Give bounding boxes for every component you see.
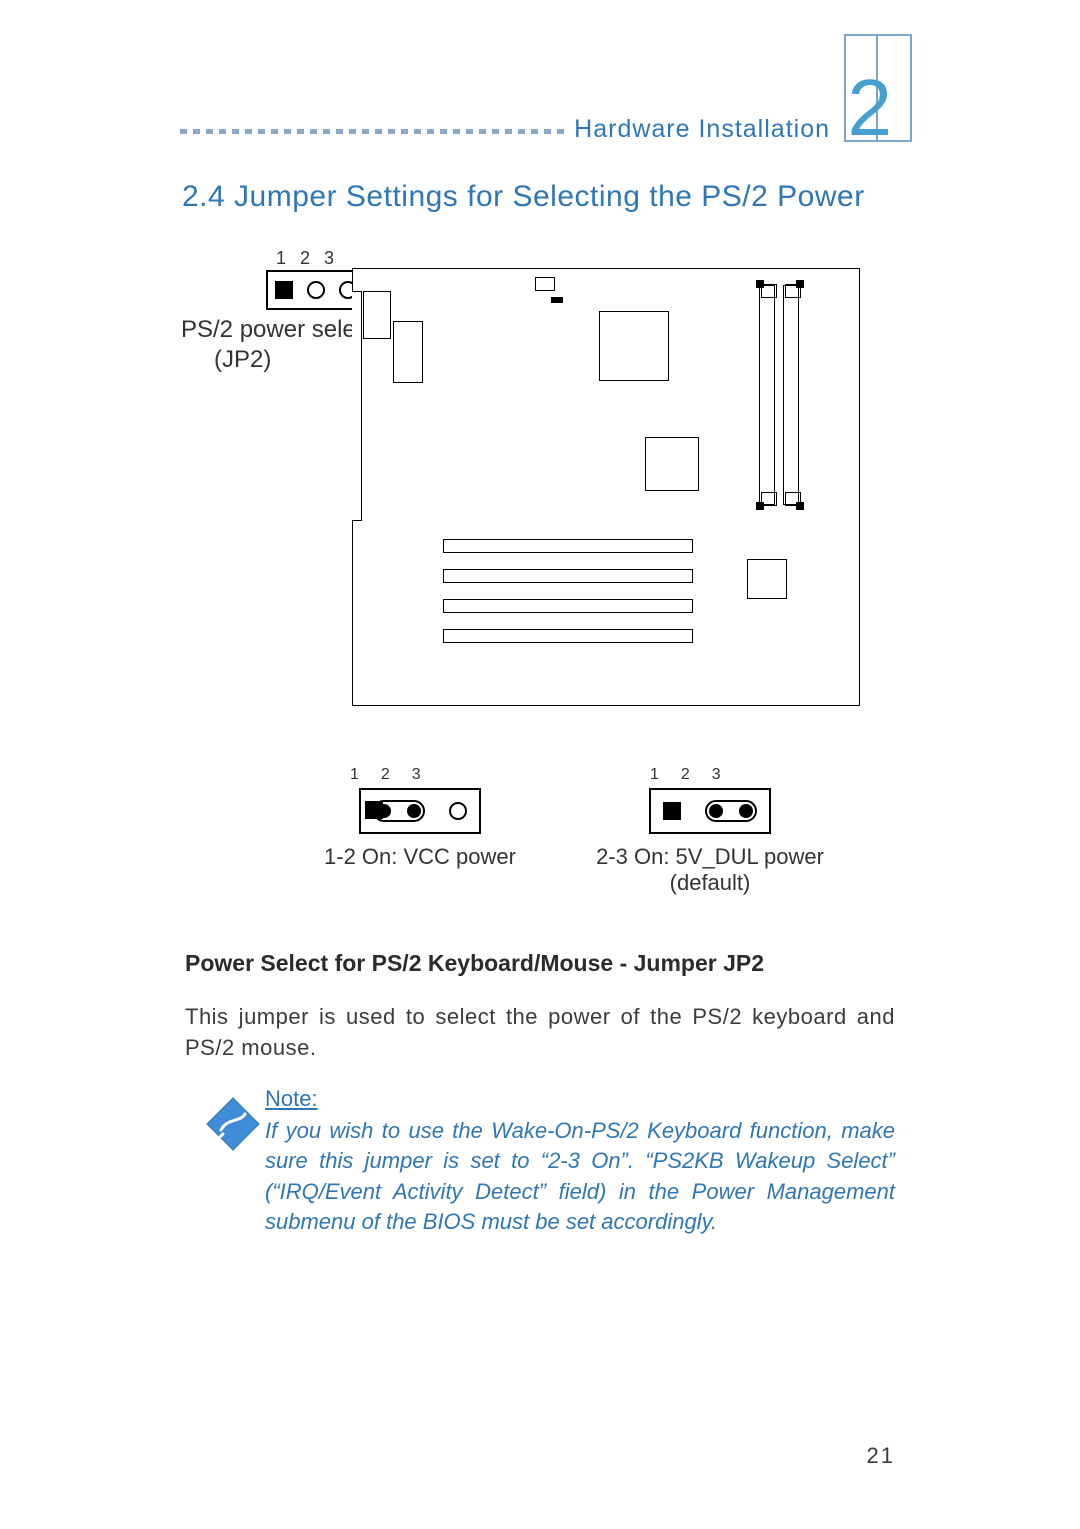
dimm-slot [783,285,799,505]
note-icon [205,1096,261,1152]
option-b-caption-sub: (default) [590,870,830,896]
northbridge-chip [645,437,699,491]
expansion-slot [443,539,693,553]
subsection-heading: Power Select for PS/2 Keyboard/Mouse - J… [185,950,764,977]
jumper-option-b: 123 2-3 On: 5V_DUL power (default) [590,766,830,896]
header-block [393,321,423,383]
callout-label-line2: (JP2) [214,346,271,374]
dotted-leader [180,124,570,134]
chapter-header: Hardware Installation 2 [180,60,900,140]
note-text: If you wish to use the Wake-On-PS/2 Keyb… [265,1116,895,1237]
pin2-circle-icon [307,281,325,299]
option-b-caption: 2-3 On: 5V_DUL power [596,844,824,869]
jumper-jp2-zoom [266,270,366,310]
motherboard-diagram: 123 PS/2 power select (JP2) [266,248,876,778]
motherboard-outline [352,268,860,706]
jumper-cap-icon [705,800,757,822]
pin1-square-icon [365,801,383,819]
body-paragraph: This jumper is used to select the power … [185,1002,895,1064]
jumper-diagram-2-3-on [649,788,771,834]
jumper-pin-numbers: 123 [276,248,348,269]
option-a-caption: 1-2 On: VCC power [324,844,516,869]
expansion-slot [443,569,693,583]
pin1-square-icon [275,281,293,299]
southbridge-chip [747,559,787,599]
pin-open-circle-icon [449,802,467,820]
jumper-option-a: 123 1-2 On: VCC power [320,766,520,870]
expansion-slot [443,629,693,643]
dimm-slot [759,285,775,505]
note-block: Note: If you wish to use the Wake-On-PS/… [185,1086,895,1237]
pin1-square-icon [663,802,681,820]
note-title: Note: [265,1086,895,1112]
chapter-number: 2 [848,68,893,148]
page-number: 21 [867,1443,895,1469]
expansion-slot [443,599,693,613]
callout-label-line1: PS/2 power select [181,316,374,344]
section-heading: 2.4 Jumper Settings for Selecting the PS… [182,180,865,214]
chapter-title: Hardware Installation [574,115,830,144]
io-ports [363,291,391,339]
io-panel [352,291,362,521]
option-a-pin-numbers: 123 [350,766,520,784]
power-connector [535,277,555,291]
option-b-pin-numbers: 123 [650,766,830,784]
jp2-location [551,297,563,303]
jumper-options-area: 123 1-2 On: VCC power 123 2-3 On: 5V_DUL… [300,766,900,926]
cpu-socket [599,311,669,381]
